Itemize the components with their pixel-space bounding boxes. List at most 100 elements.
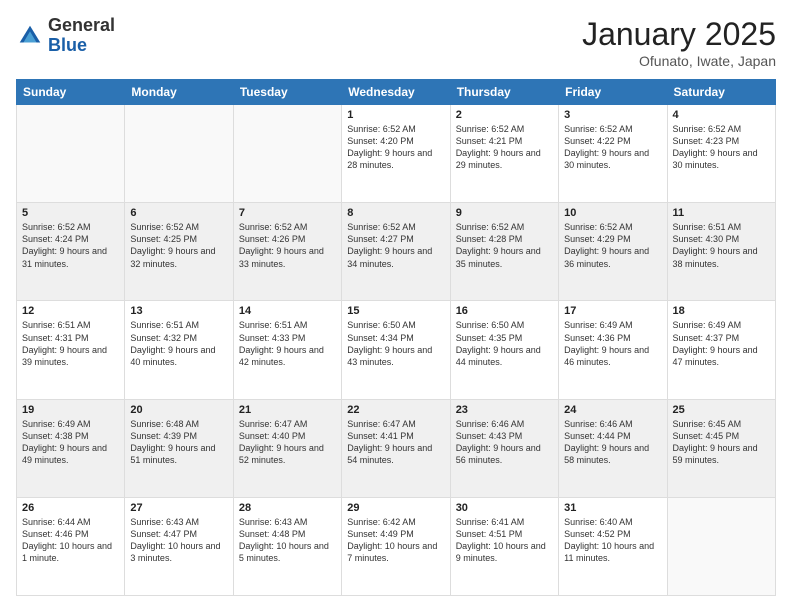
day-detail: Sunrise: 6:52 AM Sunset: 4:24 PM Dayligh…	[22, 221, 119, 270]
day-number: 12	[22, 305, 119, 317]
day-detail: Sunrise: 6:52 AM Sunset: 4:22 PM Dayligh…	[564, 123, 661, 172]
calendar-cell: 24Sunrise: 6:46 AM Sunset: 4:44 PM Dayli…	[559, 399, 667, 497]
day-detail: Sunrise: 6:45 AM Sunset: 4:45 PM Dayligh…	[673, 418, 770, 467]
calendar-cell	[233, 105, 341, 203]
logo: General Blue	[16, 16, 115, 56]
day-detail: Sunrise: 6:42 AM Sunset: 4:49 PM Dayligh…	[347, 516, 444, 565]
day-detail: Sunrise: 6:50 AM Sunset: 4:35 PM Dayligh…	[456, 319, 553, 368]
calendar-cell: 9 Sunrise: 6:52 AM Sunset: 4:28 PM Daylig…	[450, 203, 558, 301]
calendar-cell: 6 Sunrise: 6:52 AM Sunset: 4:25 PM Daylig…	[125, 203, 233, 301]
calendar-cell: 22 Sunrise: 6:47 AM Sunset: 4:41 PM Dayli…	[342, 399, 450, 497]
calendar-cell: 19Sunrise: 6:49 AM Sunset: 4:38 PM Dayli…	[17, 399, 125, 497]
day-detail: Sunrise: 6:43 AM Sunset: 4:48 PM Dayligh…	[239, 516, 336, 565]
day-number: 11	[673, 207, 770, 219]
calendar-cell: 26Sunrise: 6:44 AM Sunset: 4:46 PM Dayli…	[17, 497, 125, 595]
day-number: 10	[564, 207, 661, 219]
day-number: 30	[456, 502, 553, 514]
calendar-cell: 5 Sunrise: 6:52 AM Sunset: 4:24 PM Daylig…	[17, 203, 125, 301]
calendar-cell: 30Sunrise: 6:41 AM Sunset: 4:51 PM Dayli…	[450, 497, 558, 595]
day-detail: Sunrise: 6:44 AM Sunset: 4:46 PM Dayligh…	[22, 516, 119, 565]
calendar-cell: 1 Sunrise: 6:52 AM Sunset: 4:20 PM Daylig…	[342, 105, 450, 203]
day-number: 31	[564, 502, 661, 514]
header-wednesday: Wednesday	[342, 80, 450, 105]
logo-general: General	[48, 16, 115, 36]
calendar-cell: 20Sunrise: 6:48 AM Sunset: 4:39 PM Dayli…	[125, 399, 233, 497]
day-detail: Sunrise: 6:52 AM Sunset: 4:28 PM Dayligh…	[456, 221, 553, 270]
calendar-week-row: 12 Sunrise: 6:51 AM Sunset: 4:31 PM Dayli…	[17, 301, 776, 399]
calendar-cell: 3 Sunrise: 6:52 AM Sunset: 4:22 PM Daylig…	[559, 105, 667, 203]
day-detail: Sunrise: 6:52 AM Sunset: 4:25 PM Dayligh…	[130, 221, 227, 270]
day-detail: Sunrise: 6:40 AM Sunset: 4:52 PM Dayligh…	[564, 516, 661, 565]
day-number: 22	[347, 404, 444, 416]
location: Ofunato, Iwate, Japan	[582, 53, 776, 69]
day-detail: Sunrise: 6:49 AM Sunset: 4:36 PM Dayligh…	[564, 319, 661, 368]
calendar-week-row: 5 Sunrise: 6:52 AM Sunset: 4:24 PM Daylig…	[17, 203, 776, 301]
day-detail: Sunrise: 6:52 AM Sunset: 4:29 PM Dayligh…	[564, 221, 661, 270]
calendar-cell: 7Sunrise: 6:52 AM Sunset: 4:26 PM Daylig…	[233, 203, 341, 301]
logo-text: General Blue	[48, 16, 115, 56]
day-detail: Sunrise: 6:51 AM Sunset: 4:31 PM Dayligh…	[22, 319, 119, 368]
calendar-week-row: 19Sunrise: 6:49 AM Sunset: 4:38 PM Dayli…	[17, 399, 776, 497]
calendar-table: Sunday Monday Tuesday Wednesday Thursday…	[16, 79, 776, 596]
day-number: 29	[347, 502, 444, 514]
logo-icon	[16, 22, 44, 50]
calendar-week-row: 26Sunrise: 6:44 AM Sunset: 4:46 PM Dayli…	[17, 497, 776, 595]
day-detail: Sunrise: 6:47 AM Sunset: 4:41 PM Dayligh…	[347, 418, 444, 467]
day-number: 15	[347, 305, 444, 317]
day-number: 9	[456, 207, 553, 219]
calendar-cell: 16Sunrise: 6:50 AM Sunset: 4:35 PM Dayli…	[450, 301, 558, 399]
weekday-header-row: Sunday Monday Tuesday Wednesday Thursday…	[17, 80, 776, 105]
day-number: 18	[673, 305, 770, 317]
calendar-cell	[17, 105, 125, 203]
day-detail: Sunrise: 6:46 AM Sunset: 4:43 PM Dayligh…	[456, 418, 553, 467]
day-number: 27	[130, 502, 227, 514]
calendar-cell: 21Sunrise: 6:47 AM Sunset: 4:40 PM Dayli…	[233, 399, 341, 497]
calendar-cell	[667, 497, 775, 595]
header-monday: Monday	[125, 80, 233, 105]
title-section: January 2025 Ofunato, Iwate, Japan	[582, 16, 776, 69]
day-number: 2	[456, 109, 553, 121]
calendar-cell: 23Sunrise: 6:46 AM Sunset: 4:43 PM Dayli…	[450, 399, 558, 497]
calendar-cell: 13 Sunrise: 6:51 AM Sunset: 4:32 PM Dayli…	[125, 301, 233, 399]
day-detail: Sunrise: 6:51 AM Sunset: 4:33 PM Dayligh…	[239, 319, 336, 368]
calendar-cell	[125, 105, 233, 203]
day-detail: Sunrise: 6:52 AM Sunset: 4:20 PM Dayligh…	[347, 123, 444, 172]
month-title: January 2025	[582, 16, 776, 53]
calendar-cell: 29 Sunrise: 6:42 AM Sunset: 4:49 PM Dayli…	[342, 497, 450, 595]
day-number: 21	[239, 404, 336, 416]
calendar-cell: 28 Sunrise: 6:43 AM Sunset: 4:48 PM Dayli…	[233, 497, 341, 595]
header: General Blue January 2025 Ofunato, Iwate…	[16, 16, 776, 69]
day-number: 5	[22, 207, 119, 219]
logo-blue: Blue	[48, 36, 115, 56]
day-number: 13	[130, 305, 227, 317]
day-detail: Sunrise: 6:51 AM Sunset: 4:32 PM Dayligh…	[130, 319, 227, 368]
day-number: 25	[673, 404, 770, 416]
header-friday: Friday	[559, 80, 667, 105]
calendar-cell: 18 Sunrise: 6:49 AM Sunset: 4:37 PM Dayli…	[667, 301, 775, 399]
calendar-cell: 11 Sunrise: 6:51 AM Sunset: 4:30 PM Dayli…	[667, 203, 775, 301]
calendar-cell: 4 Sunrise: 6:52 AM Sunset: 4:23 PM Daylig…	[667, 105, 775, 203]
header-thursday: Thursday	[450, 80, 558, 105]
day-detail: Sunrise: 6:52 AM Sunset: 4:27 PM Dayligh…	[347, 221, 444, 270]
day-detail: Sunrise: 6:50 AM Sunset: 4:34 PM Dayligh…	[347, 319, 444, 368]
day-number: 4	[673, 109, 770, 121]
day-detail: Sunrise: 6:43 AM Sunset: 4:47 PM Dayligh…	[130, 516, 227, 565]
calendar-cell: 8Sunrise: 6:52 AM Sunset: 4:27 PM Daylig…	[342, 203, 450, 301]
day-detail: Sunrise: 6:51 AM Sunset: 4:30 PM Dayligh…	[673, 221, 770, 270]
day-detail: Sunrise: 6:49 AM Sunset: 4:37 PM Dayligh…	[673, 319, 770, 368]
day-number: 20	[130, 404, 227, 416]
header-tuesday: Tuesday	[233, 80, 341, 105]
day-number: 6	[130, 207, 227, 219]
header-sunday: Sunday	[17, 80, 125, 105]
day-detail: Sunrise: 6:46 AM Sunset: 4:44 PM Dayligh…	[564, 418, 661, 467]
header-saturday: Saturday	[667, 80, 775, 105]
page: General Blue January 2025 Ofunato, Iwate…	[0, 0, 792, 612]
day-number: 19	[22, 404, 119, 416]
day-number: 3	[564, 109, 661, 121]
calendar-cell: 25 Sunrise: 6:45 AM Sunset: 4:45 PM Dayli…	[667, 399, 775, 497]
day-detail: Sunrise: 6:52 AM Sunset: 4:23 PM Dayligh…	[673, 123, 770, 172]
calendar-cell: 14Sunrise: 6:51 AM Sunset: 4:33 PM Dayli…	[233, 301, 341, 399]
day-number: 1	[347, 109, 444, 121]
calendar-week-row: 1 Sunrise: 6:52 AM Sunset: 4:20 PM Daylig…	[17, 105, 776, 203]
day-number: 28	[239, 502, 336, 514]
